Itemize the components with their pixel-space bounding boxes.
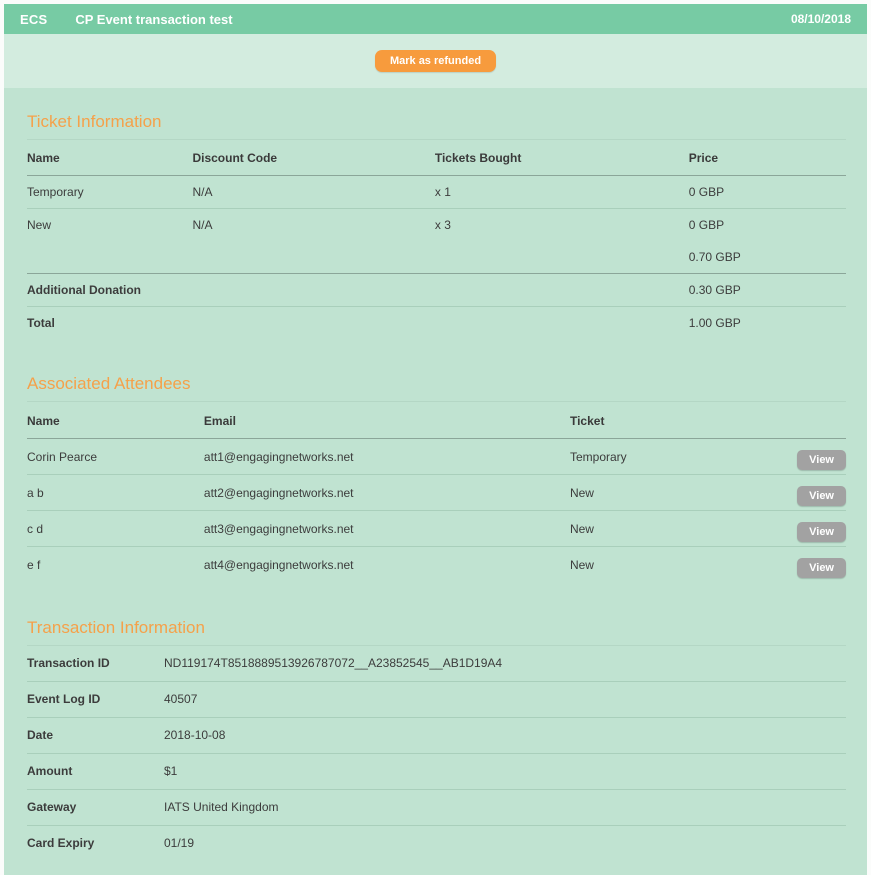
attendees-table-header: Name Email Ticket [27,402,846,439]
column-header-name: Name [27,414,204,428]
action-band: Mark as refunded [4,34,867,88]
table-row: Amount $1 [27,754,846,790]
column-header-name: Name [27,151,192,165]
ticket-price: 0.70 GBP [689,250,846,264]
attendee-name: e f [27,558,204,572]
attendee-email: att1@engagingnetworks.net [204,450,570,464]
column-header-email: Email [204,414,570,428]
associated-attendees-heading: Associated Attendees [27,374,846,402]
gateway-label: Gateway [27,800,164,814]
table-row: Card Expiry 01/19 [27,826,846,861]
transaction-id-value: ND119174T8518889513926787072__A23852545_… [164,656,846,670]
table-row: Corin Pearce att1@engagingnetworks.net T… [27,439,846,475]
total-price: 1.00 GBP [689,316,846,330]
ticket-information-heading: Ticket Information [27,112,846,140]
additional-donation-label: Additional Donation [27,283,689,297]
table-row: Total 1.00 GBP [27,307,846,339]
attendee-email: att4@engagingnetworks.net [204,558,570,572]
table-row: a b att2@engagingnetworks.net New View [27,475,846,511]
column-header-ticket: Ticket [570,414,776,428]
view-attendee-button[interactable]: View [797,450,846,470]
mark-as-refunded-button[interactable]: Mark as refunded [375,50,496,72]
amount-value: $1 [164,764,846,778]
top-bar: ECS CP Event transaction test 08/10/2018 [4,4,867,34]
attendee-ticket: Temporary [570,450,776,464]
ticket-information-section: Ticket Information Name Discount Code Ti… [27,112,846,339]
table-row: 0.70 GBP [27,241,846,274]
event-log-id-label: Event Log ID [27,692,164,706]
view-attendee-button[interactable]: View [797,522,846,542]
transaction-date: 08/10/2018 [791,12,851,26]
attendee-ticket: New [570,558,776,572]
ticket-discount-code: N/A [192,218,434,232]
ticket-quantity: x 1 [435,185,689,199]
transaction-information-section: Transaction Information Transaction ID N… [27,618,846,861]
ticket-name: New [27,218,192,232]
event-log-id-value: 40507 [164,692,846,706]
ticket-name: Temporary [27,185,192,199]
app-logo-text: ECS [20,12,47,27]
attendee-name: Corin Pearce [27,450,204,464]
content-area: Ticket Information Name Discount Code Ti… [4,112,867,867]
table-row: Event Log ID 40507 [27,682,846,718]
attendee-name: c d [27,522,204,536]
table-row: Gateway IATS United Kingdom [27,790,846,826]
view-attendee-button[interactable]: View [797,486,846,506]
table-row: c d att3@engagingnetworks.net New View [27,511,846,547]
date-value: 2018-10-08 [164,728,846,742]
view-attendee-button[interactable]: View [797,558,846,578]
attendee-email: att2@engagingnetworks.net [204,486,570,500]
associated-attendees-section: Associated Attendees Name Email Ticket C… [27,374,846,583]
table-row: Temporary N/A x 1 0 GBP [27,176,846,209]
date-label: Date [27,728,164,742]
ticket-quantity: x 3 [435,218,689,232]
attendee-ticket: New [570,486,776,500]
page-frame: ECS CP Event transaction test 08/10/2018… [4,4,867,875]
attendee-ticket: New [570,522,776,536]
card-expiry-value: 01/19 [164,836,846,850]
page-title: CP Event transaction test [75,12,791,27]
column-header-price: Price [689,151,846,165]
table-row: New N/A x 3 0 GBP [27,209,846,241]
amount-label: Amount [27,764,164,778]
attendee-email: att3@engagingnetworks.net [204,522,570,536]
additional-donation-price: 0.30 GBP [689,283,846,297]
attendee-name: a b [27,486,204,500]
transaction-id-label: Transaction ID [27,656,164,670]
table-row: Additional Donation 0.30 GBP [27,274,846,307]
table-row: Transaction ID ND119174T8518889513926787… [27,646,846,682]
total-label: Total [27,316,689,330]
gateway-value: IATS United Kingdom [164,800,846,814]
transaction-information-heading: Transaction Information [27,618,846,646]
table-row: Date 2018-10-08 [27,718,846,754]
ticket-discount-code: N/A [192,185,434,199]
column-header-tickets-bought: Tickets Bought [435,151,689,165]
ticket-table-header: Name Discount Code Tickets Bought Price [27,140,846,176]
card-expiry-label: Card Expiry [27,836,164,850]
ticket-price: 0 GBP [689,185,846,199]
ticket-price: 0 GBP [689,218,846,232]
column-header-discount-code: Discount Code [192,151,434,165]
table-row: e f att4@engagingnetworks.net New View [27,547,846,583]
